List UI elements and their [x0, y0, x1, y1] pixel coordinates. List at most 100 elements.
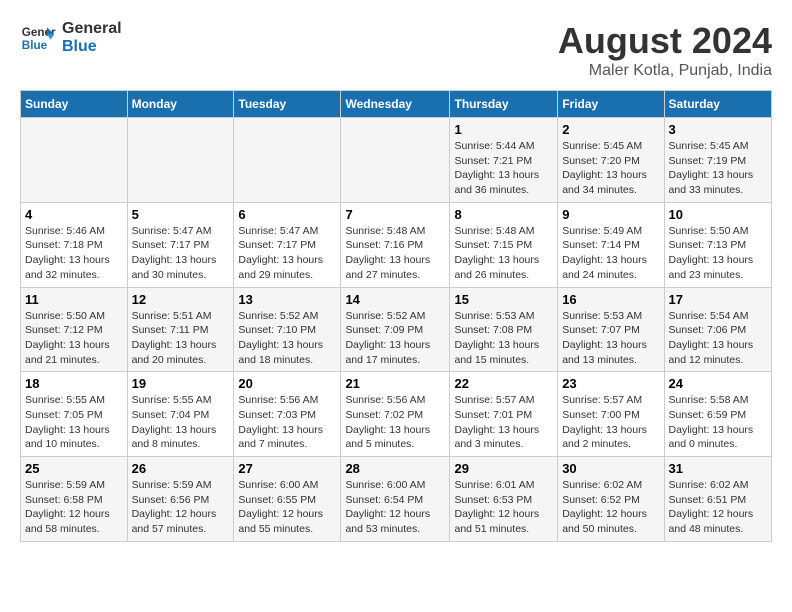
calendar-cell: 9 Sunrise: 5:49 AM Sunset: 7:14 PM Daylig… — [558, 202, 664, 287]
calendar-table: SundayMondayTuesdayWednesdayThursdayFrid… — [20, 90, 772, 542]
weekday-header-friday: Friday — [558, 91, 664, 118]
calendar-cell: 26 Sunrise: 5:59 AM Sunset: 6:56 PM Dayli… — [127, 457, 234, 542]
calendar-cell — [127, 118, 234, 203]
day-info: Sunrise: 5:44 AM Sunset: 7:21 PM Dayligh… — [454, 140, 539, 196]
day-info: Sunrise: 5:53 AM Sunset: 7:07 PM Dayligh… — [562, 310, 647, 366]
day-number: 14 — [345, 292, 445, 307]
day-info: Sunrise: 5:59 AM Sunset: 6:58 PM Dayligh… — [25, 479, 110, 535]
day-info: Sunrise: 5:57 AM Sunset: 7:00 PM Dayligh… — [562, 394, 647, 450]
calendar-cell: 11Sunrise: 5:50 AM Sunset: 7:12 PM Dayli… — [21, 287, 128, 372]
day-info: Sunrise: 5:55 AM Sunset: 7:04 PM Dayligh… — [132, 394, 217, 450]
calendar-cell: 2 Sunrise: 5:45 AM Sunset: 7:20 PM Daylig… — [558, 118, 664, 203]
weekday-header-monday: Monday — [127, 91, 234, 118]
day-number: 29 — [454, 461, 553, 476]
logo: General Blue General Blue — [20, 20, 122, 56]
calendar-cell: 5 Sunrise: 5:47 AM Sunset: 7:17 PM Daylig… — [127, 202, 234, 287]
day-info: Sunrise: 5:45 AM Sunset: 7:20 PM Dayligh… — [562, 140, 647, 196]
day-number: 21 — [345, 376, 445, 391]
day-info: Sunrise: 6:00 AM Sunset: 6:54 PM Dayligh… — [345, 479, 430, 535]
day-number: 13 — [238, 292, 336, 307]
day-info: Sunrise: 6:01 AM Sunset: 6:53 PM Dayligh… — [454, 479, 539, 535]
calendar-cell: 6 Sunrise: 5:47 AM Sunset: 7:17 PM Daylig… — [234, 202, 341, 287]
week-row-1: 1Sunrise: 5:44 AM Sunset: 7:21 PM Daylig… — [21, 118, 772, 203]
day-number: 4 — [25, 207, 123, 222]
calendar-cell: 18 Sunrise: 5:55 AM Sunset: 7:05 PM Dayli… — [21, 372, 128, 457]
day-info: Sunrise: 5:56 AM Sunset: 7:02 PM Dayligh… — [345, 394, 430, 450]
calendar-cell: 19 Sunrise: 5:55 AM Sunset: 7:04 PM Dayli… — [127, 372, 234, 457]
day-number: 17 — [669, 292, 767, 307]
calendar-cell: 3Sunrise: 5:45 AM Sunset: 7:19 PM Daylig… — [664, 118, 771, 203]
day-number: 24 — [669, 376, 767, 391]
day-info: Sunrise: 5:58 AM Sunset: 6:59 PM Dayligh… — [669, 394, 754, 450]
logo-blue: Blue — [62, 38, 122, 56]
day-number: 28 — [345, 461, 445, 476]
day-number: 9 — [562, 207, 659, 222]
page-header: General Blue General Blue August 2024 Ma… — [20, 20, 772, 80]
calendar-cell: 15Sunrise: 5:53 AM Sunset: 7:08 PM Dayli… — [450, 287, 558, 372]
day-info: Sunrise: 5:49 AM Sunset: 7:14 PM Dayligh… — [562, 225, 647, 281]
calendar-cell: 4 Sunrise: 5:46 AM Sunset: 7:18 PM Daylig… — [21, 202, 128, 287]
calendar-cell: 14Sunrise: 5:52 AM Sunset: 7:09 PM Dayli… — [341, 287, 450, 372]
day-number: 16 — [562, 292, 659, 307]
calendar-cell: 10 Sunrise: 5:50 AM Sunset: 7:13 PM Dayli… — [664, 202, 771, 287]
day-number: 20 — [238, 376, 336, 391]
day-number: 19 — [132, 376, 230, 391]
day-info: Sunrise: 5:48 AM Sunset: 7:15 PM Dayligh… — [454, 225, 539, 281]
calendar-cell: 17 Sunrise: 5:54 AM Sunset: 7:06 PM Dayli… — [664, 287, 771, 372]
calendar-cell: 13 Sunrise: 5:52 AM Sunset: 7:10 PM Dayli… — [234, 287, 341, 372]
calendar-cell — [21, 118, 128, 203]
day-number: 7 — [345, 207, 445, 222]
day-number: 25 — [25, 461, 123, 476]
calendar-cell: 20 Sunrise: 5:56 AM Sunset: 7:03 PM Dayli… — [234, 372, 341, 457]
day-number: 2 — [562, 122, 659, 137]
day-info: Sunrise: 5:55 AM Sunset: 7:05 PM Dayligh… — [25, 394, 110, 450]
calendar-cell: 21 Sunrise: 5:56 AM Sunset: 7:02 PM Dayli… — [341, 372, 450, 457]
day-info: Sunrise: 5:59 AM Sunset: 6:56 PM Dayligh… — [132, 479, 217, 535]
week-row-3: 11Sunrise: 5:50 AM Sunset: 7:12 PM Dayli… — [21, 287, 772, 372]
day-number: 18 — [25, 376, 123, 391]
day-number: 8 — [454, 207, 553, 222]
day-number: 31 — [669, 461, 767, 476]
week-row-4: 18 Sunrise: 5:55 AM Sunset: 7:05 PM Dayli… — [21, 372, 772, 457]
calendar-cell: 16 Sunrise: 5:53 AM Sunset: 7:07 PM Dayli… — [558, 287, 664, 372]
calendar-cell: 12Sunrise: 5:51 AM Sunset: 7:11 PM Dayli… — [127, 287, 234, 372]
week-row-2: 4 Sunrise: 5:46 AM Sunset: 7:18 PM Daylig… — [21, 202, 772, 287]
day-info: Sunrise: 5:50 AM Sunset: 7:13 PM Dayligh… — [669, 225, 754, 281]
day-info: Sunrise: 5:46 AM Sunset: 7:18 PM Dayligh… — [25, 225, 110, 281]
day-info: Sunrise: 5:57 AM Sunset: 7:01 PM Dayligh… — [454, 394, 539, 450]
calendar-body: 1Sunrise: 5:44 AM Sunset: 7:21 PM Daylig… — [21, 118, 772, 542]
day-info: Sunrise: 6:02 AM Sunset: 6:52 PM Dayligh… — [562, 479, 647, 535]
day-info: Sunrise: 6:00 AM Sunset: 6:55 PM Dayligh… — [238, 479, 323, 535]
svg-text:Blue: Blue — [22, 39, 48, 52]
day-number: 27 — [238, 461, 336, 476]
calendar-cell: 27 Sunrise: 6:00 AM Sunset: 6:55 PM Dayli… — [234, 457, 341, 542]
calendar-cell: 1Sunrise: 5:44 AM Sunset: 7:21 PM Daylig… — [450, 118, 558, 203]
day-info: Sunrise: 5:52 AM Sunset: 7:10 PM Dayligh… — [238, 310, 323, 366]
title-section: August 2024 Maler Kotla, Punjab, India — [558, 20, 772, 80]
day-info: Sunrise: 5:54 AM Sunset: 7:06 PM Dayligh… — [669, 310, 754, 366]
calendar-cell: 29 Sunrise: 6:01 AM Sunset: 6:53 PM Dayli… — [450, 457, 558, 542]
weekday-header-thursday: Thursday — [450, 91, 558, 118]
day-number: 10 — [669, 207, 767, 222]
day-info: Sunrise: 5:56 AM Sunset: 7:03 PM Dayligh… — [238, 394, 323, 450]
day-info: Sunrise: 5:50 AM Sunset: 7:12 PM Dayligh… — [25, 310, 110, 366]
calendar-cell: 31Sunrise: 6:02 AM Sunset: 6:51 PM Dayli… — [664, 457, 771, 542]
day-number: 26 — [132, 461, 230, 476]
day-info: Sunrise: 5:48 AM Sunset: 7:16 PM Dayligh… — [345, 225, 430, 281]
weekday-header-sunday: Sunday — [21, 91, 128, 118]
day-info: Sunrise: 5:47 AM Sunset: 7:17 PM Dayligh… — [132, 225, 217, 281]
calendar-cell — [234, 118, 341, 203]
calendar-title: August 2024 — [558, 20, 772, 62]
calendar-cell: 7 Sunrise: 5:48 AM Sunset: 7:16 PM Daylig… — [341, 202, 450, 287]
calendar-subtitle: Maler Kotla, Punjab, India — [558, 62, 772, 80]
calendar-cell: 28 Sunrise: 6:00 AM Sunset: 6:54 PM Dayli… — [341, 457, 450, 542]
day-number: 15 — [454, 292, 553, 307]
calendar-cell: 22Sunrise: 5:57 AM Sunset: 7:01 PM Dayli… — [450, 372, 558, 457]
day-number: 12 — [132, 292, 230, 307]
day-number: 30 — [562, 461, 659, 476]
calendar-cell: 8 Sunrise: 5:48 AM Sunset: 7:15 PM Daylig… — [450, 202, 558, 287]
day-info: Sunrise: 5:47 AM Sunset: 7:17 PM Dayligh… — [238, 225, 323, 281]
day-number: 23 — [562, 376, 659, 391]
day-number: 6 — [238, 207, 336, 222]
day-number: 5 — [132, 207, 230, 222]
